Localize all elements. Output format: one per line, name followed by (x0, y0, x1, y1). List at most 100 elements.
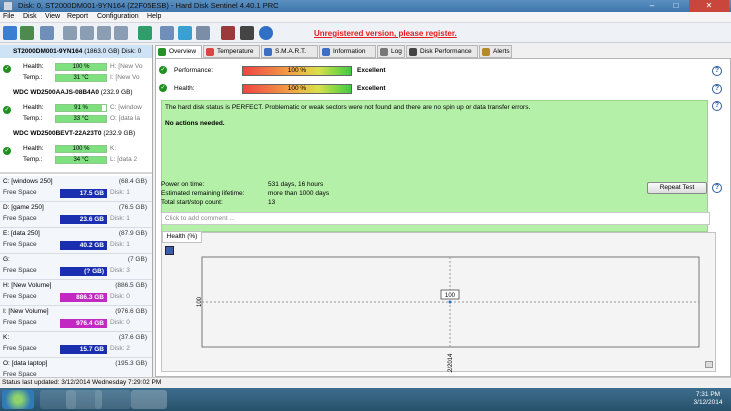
smart-test-icon[interactable] (114, 26, 128, 40)
app-icon (3, 1, 13, 11)
menu-configuration[interactable]: Configuration (97, 13, 139, 20)
free-space-label: Free Space (3, 215, 37, 222)
volume-name: E: [data 250] (3, 230, 40, 237)
divider (0, 172, 152, 174)
disk-header[interactable]: WDC WD2500AAJS-08B4A0 (232.9 GB) (0, 86, 152, 99)
copy-icon[interactable] (160, 26, 174, 40)
tab-s-m-a-r-t[interactable]: S.M.A.R.T. (261, 45, 318, 58)
tab-label: Log (391, 48, 402, 55)
help-icon[interactable]: ? (712, 66, 722, 76)
volume-hint: K: (110, 145, 117, 152)
health-label: Health: (23, 104, 44, 111)
volume-name: C: [windows 250] (3, 178, 53, 185)
temp-bar: 33 °C (55, 115, 107, 123)
startstop-value: 13 (268, 199, 276, 206)
tab-information[interactable]: Information (319, 45, 376, 58)
volume-hint: C: [window (110, 104, 142, 111)
volume-disk: Disk: 3 (110, 267, 130, 274)
close-button[interactable]: ✕ (689, 0, 729, 12)
report-icon[interactable] (40, 26, 54, 40)
comment-input[interactable]: Click to add comment ... (161, 212, 710, 225)
health-bar: 91 % (55, 104, 107, 112)
menu-bar: File Disk View Report Configuration Help (0, 12, 731, 23)
menu-view[interactable]: View (45, 13, 60, 20)
scroll-right-icon[interactable] (705, 361, 713, 368)
volume-entry[interactable]: I: [New Volume] (976.6 GB) Free Space 976.4… (0, 306, 152, 332)
volume-entry[interactable]: H: [New Volume] (886.5 GB) Free Space 886.3… (0, 280, 152, 306)
tab-overview[interactable]: Overview (155, 45, 202, 59)
volume-entry[interactable]: E: [data 250] (87.9 GB) Free Space 40.2 GB D… (0, 228, 152, 254)
forward-icon[interactable] (178, 26, 192, 40)
volume-capacity: (195.3 GB) (115, 360, 147, 367)
refresh-icon[interactable] (3, 26, 17, 40)
menu-report[interactable]: Report (67, 13, 88, 20)
volume-disk: Disk: 0 (110, 319, 130, 326)
system-clock[interactable]: 7:31 PM 3/12/2014 (690, 391, 726, 407)
volume-name: G: (3, 256, 10, 263)
start-button[interactable] (2, 390, 34, 409)
performance-bar: 100 % (242, 66, 352, 76)
maximize-button[interactable]: □ (665, 0, 687, 12)
tab-label: Alerts (493, 48, 510, 55)
free-space-bar: 40.2 GB (60, 241, 107, 250)
help-icon[interactable]: ? (712, 183, 722, 193)
help-icon[interactable]: ? (712, 101, 722, 111)
title-bar: Disk: 0, ST2000DM001-9YN164 (Z2F05ESB) -… (0, 0, 731, 12)
web-icon[interactable] (138, 26, 152, 40)
volume-entry[interactable]: K: (37.6 GB) Free Space 15.7 GB Disk: 2 (0, 332, 152, 358)
health-value: 100 % (72, 64, 90, 70)
health-status: Excellent (357, 85, 386, 92)
volume-disk: Disk: 0 (110, 293, 130, 300)
alert-config-icon[interactable] (221, 26, 235, 40)
volume-entry[interactable]: D: [game 250] (76.5 GB) Free Space 23.6 GB D… (0, 202, 152, 228)
volume-capacity: (7 GB) (127, 256, 147, 263)
performance-status: Excellent (357, 67, 386, 74)
tab-temperature[interactable]: Temperature (203, 45, 260, 58)
disk-list-panel: ST2000DM001-9YN164 (1863.0 GB) Disk: 0 ✓ H… (0, 45, 153, 377)
clock-time: 7:31 PM (695, 391, 721, 398)
surface-test-icon[interactable] (80, 26, 94, 40)
check-icon (158, 48, 166, 56)
check-icon: ✓ (159, 66, 167, 74)
disk-test-icon[interactable] (97, 26, 111, 40)
test-icon[interactable] (63, 26, 77, 40)
help-icon[interactable] (259, 26, 273, 40)
disk-header[interactable]: ST2000DM001-9YN164 (1863.0 GB) Disk: 0 (0, 45, 152, 58)
performance-icon (409, 48, 417, 56)
monitor-icon[interactable] (240, 26, 254, 40)
disk-capacity: (232.9 GB) (100, 89, 133, 96)
disk-header[interactable]: WDC WD2500BEVT-22A23T0 (232.9 GB) (0, 127, 152, 140)
overview-panel: ✓ Performance: 100 % Excellent ? ✓ Healt… (155, 58, 731, 377)
tab-alerts[interactable]: Alerts (479, 45, 512, 58)
firefox-icon[interactable] (95, 390, 131, 409)
help-icon[interactable]: ? (712, 84, 722, 94)
menu-disk[interactable]: Disk (23, 13, 37, 20)
repeat-test-button[interactable]: Repeat Test (647, 182, 707, 194)
hdsentinel-task-icon[interactable] (131, 390, 167, 409)
disk-health-row: ✓ Health: 91 % C: [window (0, 102, 152, 114)
tab-label: Overview (169, 48, 197, 55)
minimize-button[interactable]: – (641, 0, 663, 12)
startstop-label: Total start/stop count: (161, 199, 223, 206)
volume-name: I: [New Volume] (3, 308, 49, 315)
menu-file[interactable]: File (3, 13, 14, 20)
volume-name: K: (3, 334, 10, 341)
refresh-all-icon[interactable] (20, 26, 34, 40)
alert-icon (482, 48, 490, 56)
temp-label: Temp.: (23, 74, 43, 81)
health-value: 91 % (74, 105, 88, 111)
volume-entry[interactable]: C: [windows 250] (68.4 GB) Free Space 17.5 … (0, 176, 152, 202)
disk-temp-row: Temp.: 33 °C O: [data la (0, 113, 152, 124)
temp-bar: 31 °C (55, 74, 107, 82)
volume-entry[interactable]: G: (7 GB) Free Space (? GB) Disk: 3 (0, 254, 152, 280)
settings-icon[interactable] (196, 26, 210, 40)
tab-disk-performance[interactable]: Disk Performance (406, 45, 478, 58)
free-space-label: Free Space (3, 267, 37, 274)
health-value: 100 % (72, 146, 90, 152)
taskbar: 7:31 PM 3/12/2014 (0, 388, 731, 411)
tab-log[interactable]: Log (377, 45, 405, 58)
volume-entry[interactable]: O: [data laptop] (195.3 GB) Free Space (0, 358, 152, 377)
unregistered-link[interactable]: Unregistered version, please register. (314, 29, 457, 38)
menu-help[interactable]: Help (147, 13, 161, 20)
volume-name: O: [data laptop] (3, 360, 48, 367)
